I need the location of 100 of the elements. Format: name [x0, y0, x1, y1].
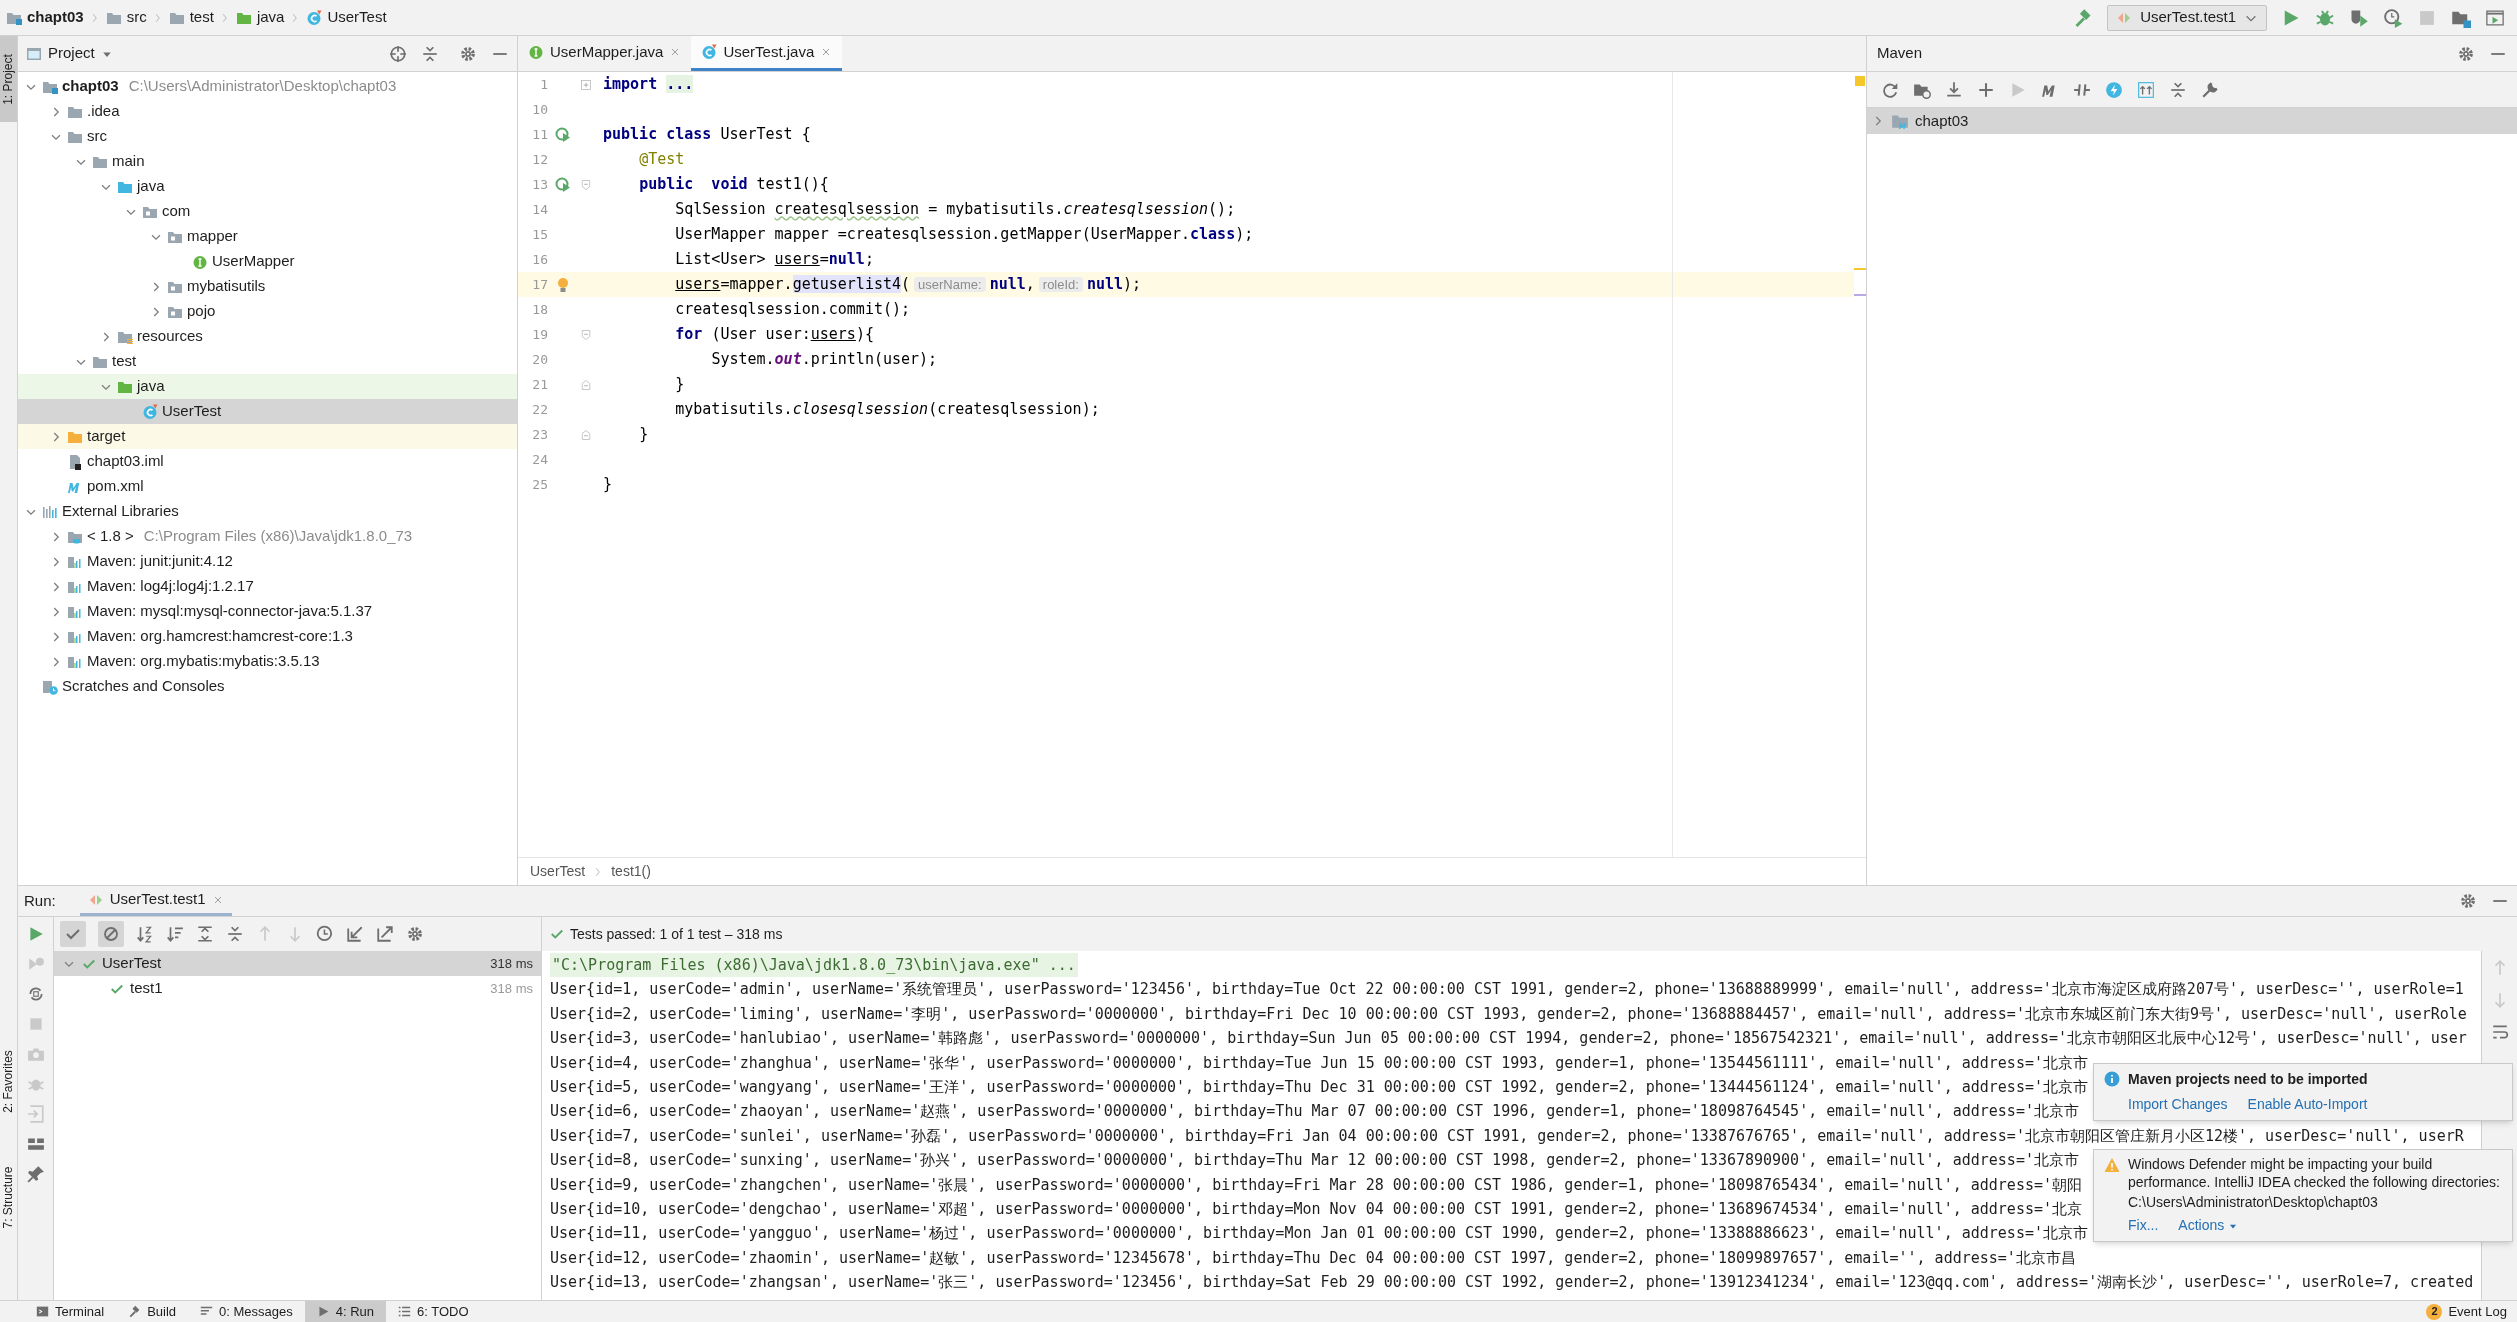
tree-item[interactable]: main — [18, 149, 517, 174]
locate-icon[interactable] — [389, 44, 407, 63]
tree-item[interactable]: target — [18, 424, 517, 449]
tool-window-tab[interactable]: 4: Run — [304, 1301, 387, 1322]
settings-icon[interactable] — [2459, 892, 2477, 910]
settings-icon[interactable] — [2457, 44, 2475, 63]
line-number: 19 — [531, 325, 548, 344]
code-line: mybatisutils.closesqlsession(createsqlsession); — [674, 399, 1100, 421]
history-icon[interactable] — [316, 925, 334, 943]
line-number: 20 — [531, 350, 548, 369]
tool-window-tab[interactable]: Build — [116, 1301, 189, 1322]
todo-icon — [398, 1305, 412, 1318]
tree-item[interactable]: Maven: org.mybatis:mybatis:3.5.13 — [18, 649, 517, 674]
tree-item[interactable]: < 1.8 > C:\Program Files (x86)\Java\jdk1.8.0_73 — [18, 524, 517, 549]
lightbulb-icon[interactable] — [555, 276, 571, 293]
tree-item[interactable]: chapt03.iml — [18, 449, 517, 474]
event-log-button[interactable]: 2 Event Log — [2416, 1301, 2517, 1322]
tree-item[interactable]: UserTest — [18, 399, 517, 424]
settings-icon[interactable] — [406, 925, 424, 943]
lightning-icon[interactable] — [2105, 80, 2123, 99]
scratch-icon — [42, 678, 58, 695]
panel-icon — [26, 45, 42, 62]
line-number: 15 — [531, 225, 548, 244]
tree-item[interactable]: mapper — [18, 224, 517, 249]
breadcrumb-item[interactable]: src — [105, 3, 147, 32]
tool-window-tab[interactable]: 6: TODO — [386, 1301, 481, 1322]
tool-window-tab[interactable]: 1: Project — [0, 36, 17, 122]
notification-link[interactable]: Actions — [2178, 1215, 2239, 1236]
code-line: } — [674, 374, 685, 396]
import-tests-icon[interactable] — [346, 925, 364, 943]
test-tree-item[interactable]: test1 318 ms — [54, 976, 541, 1001]
sort-duration-icon[interactable] — [166, 925, 184, 943]
run-gutter-icon[interactable] — [555, 176, 571, 193]
view-selector[interactable]: Project — [48, 42, 113, 65]
show-ignored-icon — [103, 926, 119, 942]
breadcrumb-item[interactable]: UserTest — [530, 861, 586, 882]
run-configuration-dropdown[interactable]: UserTest.test1 — [2107, 4, 2267, 31]
tool-window-tab[interactable]: 2: Favorites — [0, 1038, 17, 1124]
download-icon[interactable] — [1945, 80, 1963, 99]
tree-item[interactable]: mybatisutils — [18, 274, 517, 299]
code-line: SqlSession createsqlsession = mybatisutils.createsqlsession(); — [674, 199, 1236, 221]
breadcrumb-item[interactable]: chapt03 — [6, 3, 84, 32]
wrench-icon[interactable] — [2201, 80, 2219, 99]
run-gutter-icon[interactable] — [555, 126, 571, 143]
console-line: User{id=3, userCode='hanlubiao', userName='韩路彪', userPassword='0000000', birthday=Sun Jun 05 00:00:00 CST 1994, gender=2, phone='18567542321', email='null', address='北京市朝阳区北辰中心12号', userDesc='null', user — [550, 1028, 2467, 1050]
tree-item[interactable]: Maven: org.hamcrest:hamcrest-core:1.3 — [18, 624, 517, 649]
tree-item[interactable]: Scratches and Consoles — [18, 674, 517, 699]
show-ignored-button[interactable] — [98, 921, 124, 947]
tree-item[interactable]: External Libraries — [18, 499, 517, 524]
profiler-icon[interactable] — [2383, 7, 2403, 28]
tree-item[interactable]: Maven: junit:junit:4.12 — [18, 549, 517, 574]
tree-item[interactable]: java — [18, 174, 517, 199]
expand-all-icon[interactable] — [196, 925, 214, 943]
plus-icon[interactable] — [1977, 80, 1995, 99]
test-tree-item[interactable]: UserTest 318 ms — [54, 951, 541, 976]
soft-wrap-icon[interactable] — [2490, 1023, 2509, 1041]
window-icon[interactable] — [2485, 7, 2505, 28]
breadcrumb-item[interactable]: java — [235, 3, 285, 32]
check-icon — [550, 927, 564, 941]
tree-item[interactable]: chapt03 — [1867, 108, 2517, 134]
collapse-all-icon[interactable] — [2169, 80, 2187, 99]
tree-item[interactable]: Maven: mysql:mysql-connector-java:5.1.37 — [18, 599, 517, 624]
sort-alphabetical-icon[interactable] — [136, 925, 154, 943]
status-text: Tests passed: 1 of 1 test – 318 ms — [570, 924, 783, 944]
console-line: User{id=11, userCode='yangguo', userName='杨过', userPassword='0000000', birthday=Mon Jan 01 00:00:00 CST 1990, gender=2, phone='13388886623', email='null', address='北京市 — [550, 1223, 2088, 1245]
hammer-icon[interactable] — [2073, 7, 2094, 28]
notification-link[interactable]: Enable Auto-Import — [2247, 1094, 2368, 1115]
tool-window-tab[interactable]: 7: Structure — [0, 1154, 17, 1240]
editor-tab[interactable]: UserMapper.java — [518, 36, 692, 71]
tree-item[interactable]: src — [18, 124, 517, 149]
export-icon[interactable] — [376, 925, 394, 943]
duration-label: 318 ms — [490, 979, 533, 998]
tree-item[interactable]: pojo — [18, 299, 517, 324]
run-tab[interactable]: UserTest.test1 — [79, 886, 232, 916]
breadcrumb-item[interactable]: test1() — [611, 861, 651, 882]
settings-icon[interactable] — [459, 44, 477, 63]
tree-item[interactable]: resources — [18, 324, 517, 349]
tree-item[interactable]: .idea — [18, 99, 517, 124]
tool-window-tab[interactable]: 0: Messages — [188, 1301, 305, 1322]
tree-item[interactable]: java — [18, 374, 517, 399]
breadcrumb-item[interactable]: test — [168, 3, 214, 32]
notification-link[interactable]: Import Changes — [2128, 1094, 2228, 1115]
notification-link[interactable]: Fix... — [2128, 1215, 2159, 1236]
pin-icon[interactable] — [26, 1165, 45, 1183]
tree-item[interactable]: UserMapper — [18, 249, 517, 274]
breadcrumb-item[interactable]: UserTest — [306, 3, 387, 32]
build-icon — [128, 1305, 142, 1318]
tree-item[interactable]: pom.xml — [18, 474, 517, 499]
layout-icon[interactable] — [26, 1135, 45, 1153]
tree-item[interactable]: Maven: log4j:log4j:1.2.17 — [18, 574, 517, 599]
tree-item[interactable]: test — [18, 349, 517, 374]
tree-item[interactable]: com — [18, 199, 517, 224]
expand-all-icon[interactable] — [2137, 80, 2155, 99]
collapse-all-icon[interactable] — [226, 925, 244, 943]
editor-tab[interactable]: UserTest.java — [691, 36, 843, 71]
tool-window-tab[interactable]: Terminal — [24, 1301, 117, 1322]
warning-icon — [2104, 1157, 2120, 1173]
show-passed-button[interactable] — [60, 921, 86, 947]
collapse-all-icon[interactable] — [421, 44, 439, 63]
tree-item[interactable]: chapt03 C:\Users\Administrator\Desktop\chapt03 — [18, 74, 517, 99]
